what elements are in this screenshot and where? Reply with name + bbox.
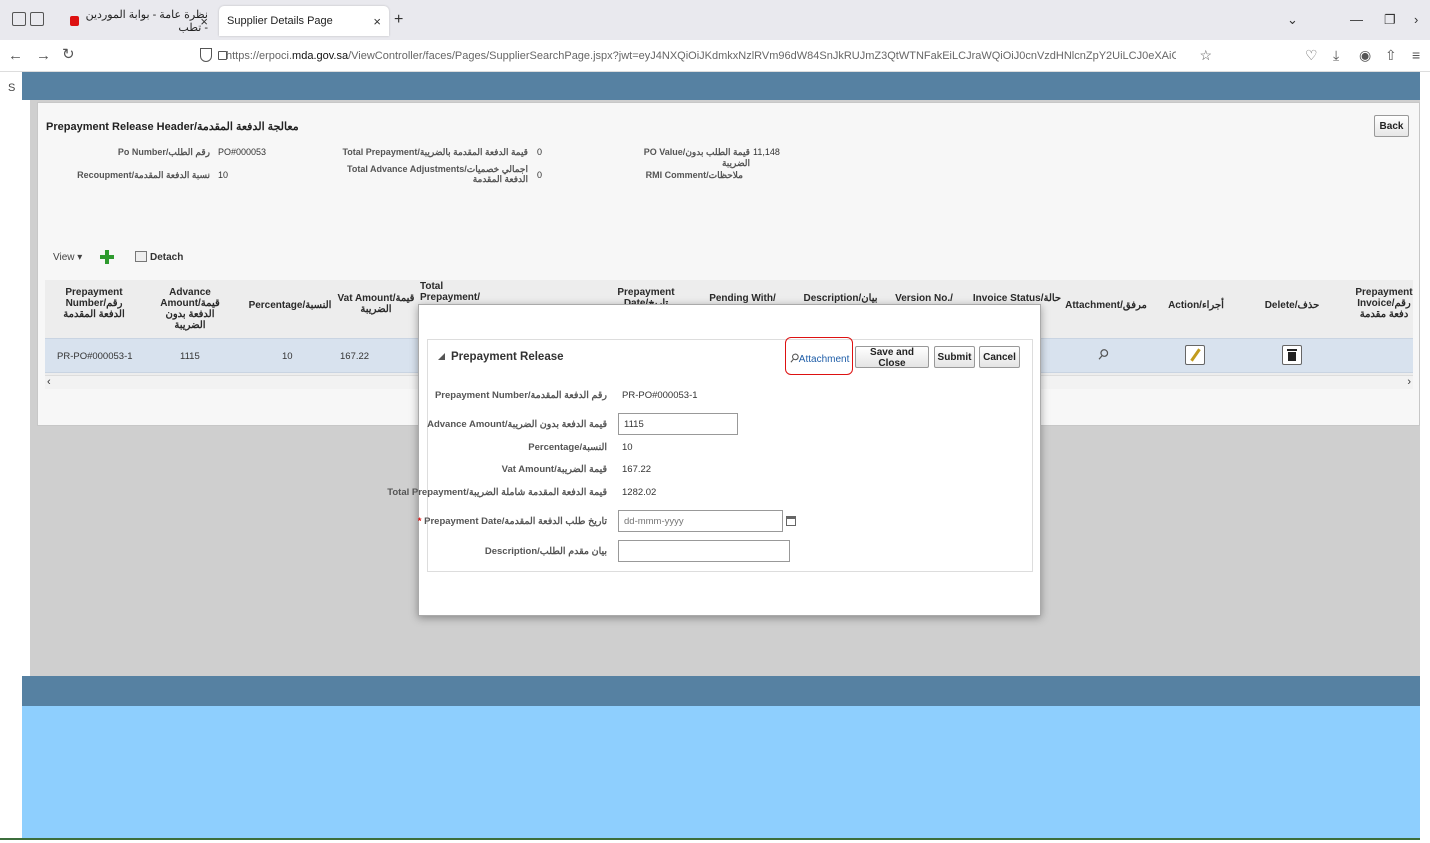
- rmi-comment-label: RMI Comment/ملاحظات: [645, 170, 743, 180]
- close-icon[interactable]: ×: [200, 14, 208, 29]
- footer-area: [22, 706, 1420, 840]
- forward-arrow-icon[interactable]: →: [36, 47, 51, 64]
- po-number-label: Po Number/رقم الطلب: [117, 147, 210, 157]
- view-menu[interactable]: View ▾: [53, 252, 82, 263]
- oracle-icon: [70, 16, 80, 26]
- lock-icon: [218, 51, 227, 60]
- column-header[interactable]: Percentage/النسبة: [245, 300, 335, 311]
- submit-button[interactable]: Submit: [934, 346, 975, 368]
- recoupment-label: Recoupment/نسبة الدفعة المقدمة: [77, 170, 210, 180]
- menu-icon[interactable]: ≡: [1412, 47, 1420, 63]
- vat-amount-cell: 167.22: [340, 351, 370, 362]
- bottom-banner: [22, 676, 1420, 706]
- back-arrow-icon[interactable]: ←: [8, 47, 23, 64]
- column-header[interactable]: Invoice Status/حالة: [972, 293, 1062, 304]
- total-advance-adjustments-value: 0: [537, 170, 543, 180]
- prepayment-number-cell: PR-PO#000053-1: [57, 351, 133, 362]
- url-bar[interactable]: https://erpoci.mda.gov.sa/ViewController…: [196, 45, 1216, 67]
- advance-amount-input[interactable]: [618, 413, 738, 435]
- prepayment-number-value: PR-PO#000053-1: [622, 390, 698, 401]
- minimize-icon[interactable]: —: [1350, 12, 1363, 27]
- po-value-label: PO Value/قيمة الطلب بدون الضريبة: [643, 147, 750, 168]
- description-label: Description/بيان مقدم الطلب: [484, 546, 607, 557]
- percentage-cell: 10: [282, 351, 293, 362]
- column-header[interactable]: Prepayment Number/رقم الدفعة المقدمة: [55, 287, 133, 320]
- prepayment-date-label: * Prepayment Date/تاريخ طلب الدفعة المقد…: [418, 516, 607, 527]
- bottom-line: [0, 838, 1420, 840]
- left-edge: [0, 72, 22, 840]
- collapse-triangle-icon[interactable]: [438, 353, 445, 360]
- add-icon[interactable]: [100, 250, 114, 264]
- new-tab-icon[interactable]: +: [394, 11, 403, 29]
- reload-icon[interactable]: ↻: [62, 45, 75, 63]
- download-icon[interactable]: ⤓: [1333, 47, 1339, 64]
- column-header[interactable]: Vat Amount/قيمة الضريبة: [336, 293, 416, 315]
- browser-tab-bar: نظرة عامة - بوابة الموردين - تطب × Suppl…: [0, 0, 1430, 40]
- sidebar-letter: S: [8, 82, 16, 94]
- total-prepayment-value: 0: [537, 147, 543, 157]
- browser-nav-bar: ← → ↻ https://erpoci.mda.gov.sa/ViewCont…: [0, 40, 1430, 72]
- pocket-icon[interactable]: ♡: [1305, 47, 1318, 64]
- total-advance-adjustments-label: Total Advance Adjustments/اجمالي خصميات …: [347, 164, 528, 184]
- close-icon[interactable]: ×: [373, 14, 381, 29]
- column-header[interactable]: Prepayment Invoice/رقم دفعة مقدمة: [1350, 287, 1418, 321]
- save-and-close-button[interactable]: Save and Close: [855, 346, 929, 369]
- edit-icon[interactable]: [1185, 345, 1205, 365]
- po-value-value: 11,148: [753, 147, 780, 157]
- account-icon[interactable]: ◉: [1359, 47, 1371, 64]
- attachment-highlight: [785, 337, 853, 375]
- column-header[interactable]: Advance Amount/قيمة الدفعة بدون الضريبة: [150, 287, 230, 331]
- page-title: Prepayment Release Header/معالجة الدفعة …: [46, 121, 299, 133]
- advance-amount-label: Advance Amount/قيمة الدفعة بدون الضريبة: [427, 419, 607, 430]
- po-number-value: PO#000053: [218, 147, 267, 157]
- scroll-right-icon[interactable]: ›: [1407, 376, 1411, 388]
- scroll-left-icon[interactable]: ‹: [47, 376, 51, 388]
- tab-label: نظرة عامة - بوابة الموردين - تطب: [85, 9, 208, 34]
- url-text[interactable]: https://erpoci.mda.gov.sa/ViewController…: [226, 50, 1176, 62]
- sidebar-toggle-icon[interactable]: [30, 12, 44, 26]
- percentage-value: 10: [622, 442, 633, 453]
- total-prepayment-label: Total Prepayment/قيمة الدفعة المقدمة شام…: [387, 487, 607, 498]
- advance-amount-cell: 1115: [180, 351, 200, 362]
- extensions-icon[interactable]: ⇧: [1385, 47, 1397, 64]
- detach-button[interactable]: Detach: [150, 252, 183, 263]
- chevron-right-icon[interactable]: ›: [1414, 12, 1418, 27]
- vat-amount-label: Vat Amount/قيمة الضريبة: [501, 464, 607, 475]
- restore-icon[interactable]: ❐: [1384, 12, 1396, 28]
- trash-icon[interactable]: [1282, 345, 1302, 365]
- back-button[interactable]: Back: [1374, 115, 1409, 137]
- top-banner: [22, 72, 1420, 100]
- tab-supplier-portal[interactable]: نظرة عامة - بوابة الموردين - تطب ×: [56, 6, 216, 36]
- total-prepayment-value: 1282.02: [622, 487, 657, 498]
- cancel-button[interactable]: Cancel: [979, 346, 1020, 368]
- column-header[interactable]: Delete/حذف: [1263, 300, 1321, 311]
- recoupment-value: 10: [218, 170, 229, 180]
- column-header[interactable]: Action/أجراء: [1163, 300, 1229, 311]
- tab-label: Supplier Details Page: [227, 15, 333, 27]
- prepayment-date-label-text: Prepayment Date/تاريخ طلب الدفعة المقدمة: [424, 516, 607, 527]
- column-header[interactable]: Attachment/مرفق: [1065, 300, 1147, 311]
- star-icon[interactable]: ☆: [1199, 47, 1212, 64]
- total-prepayment-label: Total Prepayment/قيمة الدفعة المقدمة بال…: [342, 147, 528, 157]
- description-input[interactable]: [618, 540, 790, 562]
- percentage-label: Percentage/النسبة: [528, 442, 607, 453]
- vat-amount-value: 167.22: [622, 464, 652, 475]
- chevron-down-icon[interactable]: ⌄: [1287, 12, 1298, 28]
- prepayment-number-label: Prepayment Number/رقم الدفعة المقدمة: [434, 390, 607, 401]
- prepayment-date-input[interactable]: [618, 510, 783, 532]
- dialog-body: [427, 339, 1033, 572]
- tab-supplier-details[interactable]: Supplier Details Page ×: [219, 6, 389, 36]
- detach-icon[interactable]: [135, 251, 147, 262]
- shield-icon: [200, 48, 212, 62]
- calendar-icon[interactable]: [786, 516, 796, 526]
- dialog-title: Prepayment Release: [451, 351, 564, 363]
- tab-list-icon[interactable]: [12, 12, 26, 26]
